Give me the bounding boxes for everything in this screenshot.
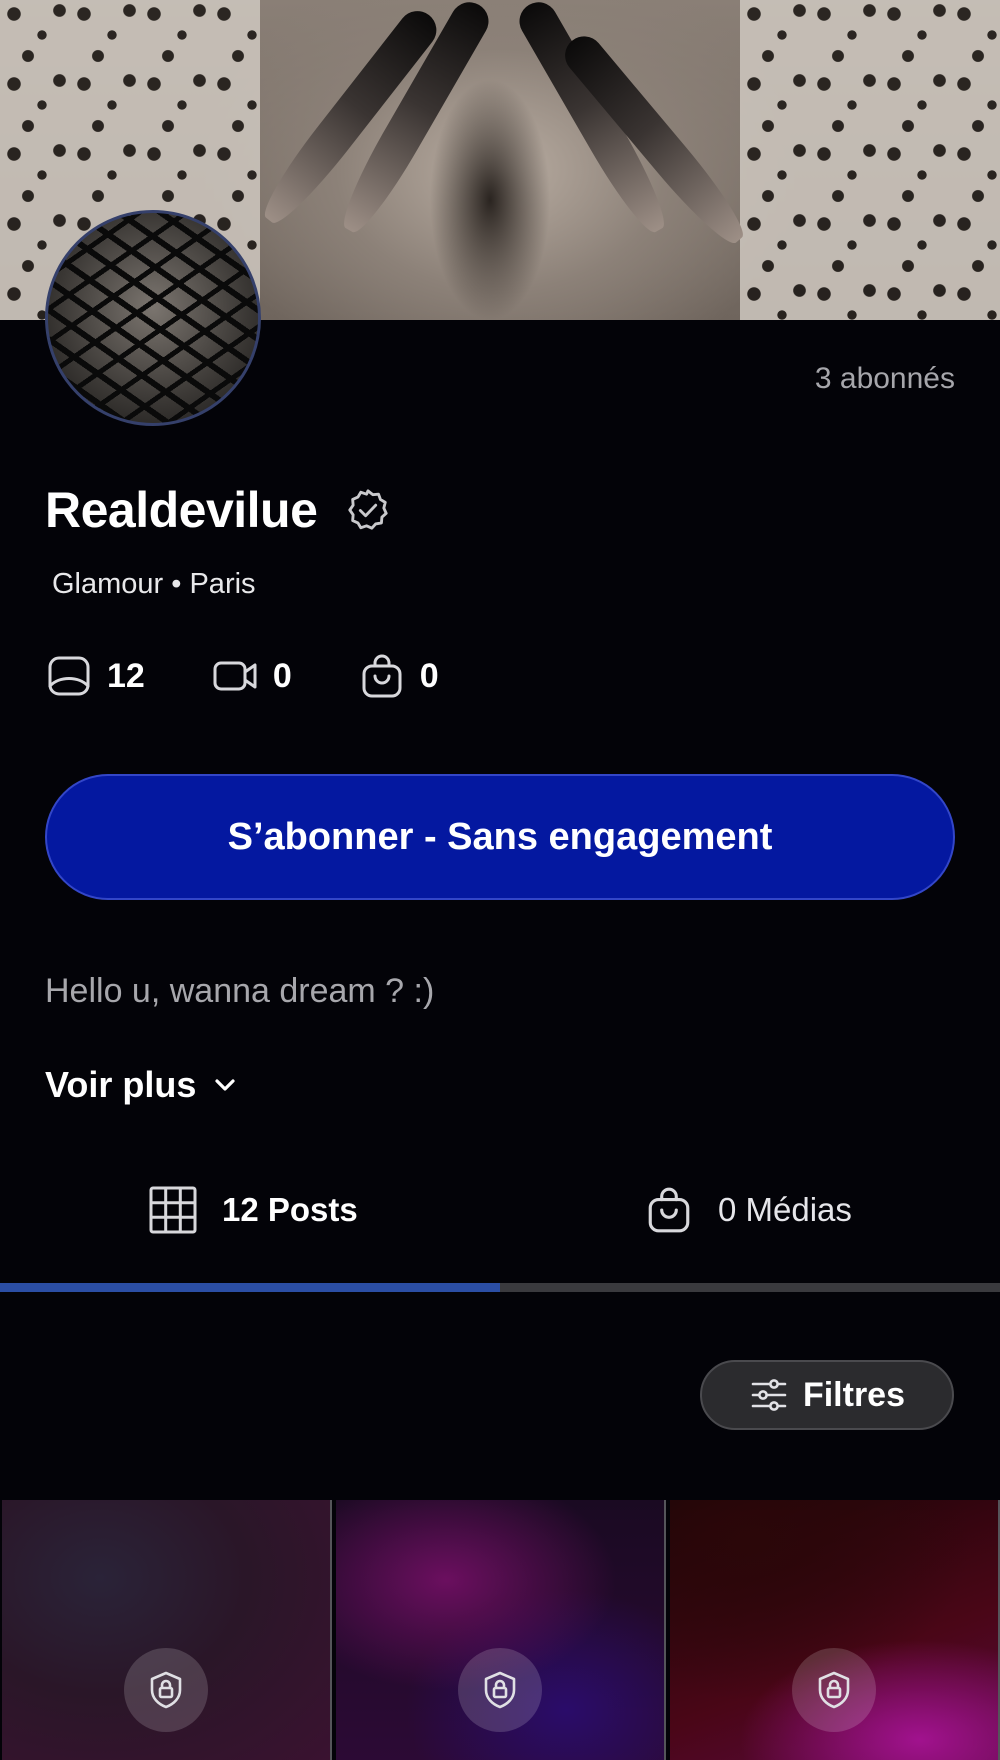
grid-divider xyxy=(330,1500,332,1760)
stat-videos-count: 0 xyxy=(272,656,292,695)
stat-videos: 0 xyxy=(211,652,292,700)
cover-pattern-right xyxy=(740,0,1000,320)
post-tile[interactable] xyxy=(336,1500,664,1760)
sliders-icon xyxy=(751,1379,787,1411)
locked-badge xyxy=(792,1648,876,1732)
shopping-bag-icon xyxy=(362,654,402,698)
lock-icon xyxy=(818,1671,850,1709)
filters-button[interactable]: Filtres xyxy=(700,1360,954,1430)
posts-grid xyxy=(0,1500,1000,1760)
locked-badge xyxy=(458,1648,542,1732)
profile-name: Realdevilue xyxy=(45,482,318,538)
profile-category-location: Glamour • Paris xyxy=(52,568,256,600)
filters-label: Filtres xyxy=(802,1375,906,1414)
post-tile[interactable] xyxy=(670,1500,998,1760)
content-tabs: 12 Posts 0 Médias xyxy=(0,1180,1000,1290)
lock-icon xyxy=(484,1671,516,1709)
stat-products: 0 xyxy=(358,652,439,700)
tab-indicator-track xyxy=(0,1283,1000,1292)
photo-icon xyxy=(48,656,90,696)
verified-badge-icon xyxy=(348,489,389,530)
chevron-down-icon xyxy=(215,1079,235,1091)
tab-medias[interactable]: 0 Médias xyxy=(644,1180,852,1240)
post-tile[interactable] xyxy=(2,1500,330,1760)
stat-photos-count: 12 xyxy=(107,656,145,695)
locked-badge xyxy=(124,1648,208,1732)
stat-photos: 12 xyxy=(45,652,145,700)
subscribe-button[interactable]: S’abonner - Sans engagement xyxy=(45,774,955,900)
shopping-bag-icon xyxy=(648,1187,690,1233)
stat-products-count: 0 xyxy=(419,656,439,695)
avatar[interactable] xyxy=(45,210,261,426)
video-icon xyxy=(213,661,257,691)
grid-divider xyxy=(664,1500,666,1760)
tab-posts[interactable]: 12 Posts xyxy=(148,1180,358,1240)
lock-icon xyxy=(150,1671,182,1709)
grid-icon xyxy=(149,1186,197,1234)
tab-posts-label: 12 Posts xyxy=(222,1191,358,1228)
profile-header: Realdevilue xyxy=(45,478,391,542)
see-more-button[interactable]: Voir plus xyxy=(45,1064,240,1106)
bio-text: Hello u, wanna dream ? :) xyxy=(45,972,435,1010)
see-more-label: Voir plus xyxy=(45,1064,197,1105)
subscriber-count: 3 abonnés xyxy=(814,362,955,395)
profile-stats: 12 0 0 xyxy=(45,652,505,700)
tab-medias-label: 0 Médias xyxy=(718,1191,852,1228)
tab-indicator-active xyxy=(0,1283,500,1292)
